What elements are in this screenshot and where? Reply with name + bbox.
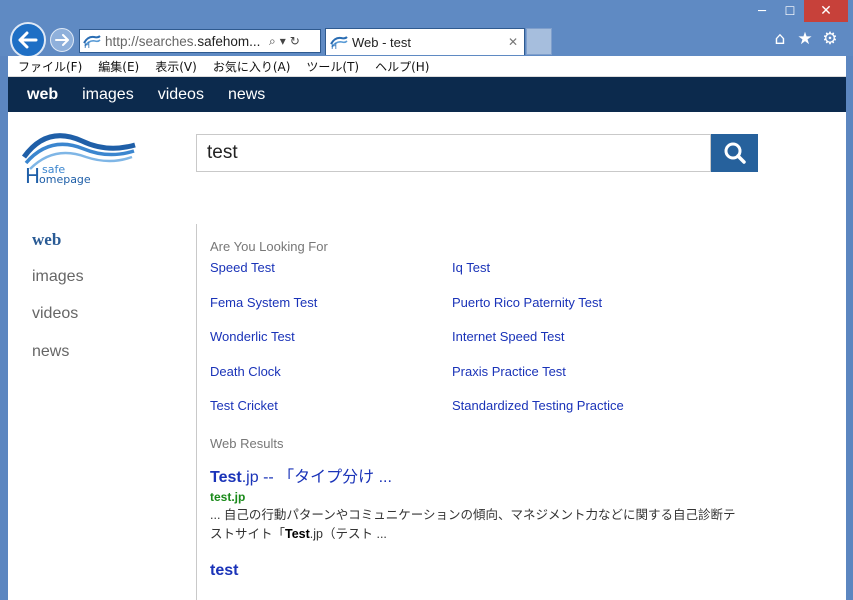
sidenav-videos[interactable]: videos: [32, 305, 84, 343]
tab-favicon-icon: H: [330, 36, 348, 50]
tab-web-test[interactable]: H Web - test ✕: [325, 28, 525, 55]
topnav-videos[interactable]: videos: [158, 86, 204, 104]
side-navigation: web images videos news: [32, 230, 84, 380]
related-link[interactable]: Test Cricket: [210, 398, 452, 433]
menu-bar: ファイル(F) 編集(E) 表示(V) お気に入り(A) ツール(T) ヘルプ(…: [8, 56, 846, 77]
top-navigation: web images videos news: [8, 77, 846, 112]
chevron-down-icon[interactable]: ▾: [280, 34, 286, 48]
forward-button[interactable]: [50, 28, 74, 52]
address-bar[interactable]: H http://searches.safehom... ⌕ ▾ ↻: [79, 29, 321, 53]
favorites-star-icon[interactable]: ★: [795, 29, 815, 49]
related-link[interactable]: Internet Speed Test: [452, 329, 694, 364]
related-link[interactable]: Speed Test: [210, 260, 452, 295]
snippet-bold: Test: [285, 526, 310, 541]
menu-edit[interactable]: 編集(E): [98, 58, 139, 75]
url-prefix: http://searches.: [105, 33, 198, 49]
result-title[interactable]: test: [210, 562, 810, 580]
result-url[interactable]: test.jp: [210, 490, 810, 504]
content-divider: [196, 224, 197, 600]
menu-favorites[interactable]: お気に入り(A): [213, 58, 291, 75]
svg-text:H: H: [84, 41, 90, 49]
related-link[interactable]: Praxis Practice Test: [452, 364, 694, 399]
address-url[interactable]: http://searches.safehom...: [105, 34, 265, 49]
related-link[interactable]: Iq Test: [452, 260, 694, 295]
menu-file[interactable]: ファイル(F): [18, 58, 82, 75]
topnav-news[interactable]: news: [228, 86, 265, 104]
result-title-bold: test: [210, 561, 239, 579]
safe-homepage-logo[interactable]: H safe omepage: [22, 127, 137, 189]
results-area: Are You Looking For Speed Test Iq Test F…: [210, 239, 810, 580]
result-item: Test.jp -- 「タイプ分け ... test.jp ... 自己の行動パ…: [210, 463, 810, 544]
sidenav-images[interactable]: images: [32, 268, 84, 306]
sidenav-web[interactable]: web: [32, 230, 84, 268]
search-icon[interactable]: ⌕: [269, 34, 276, 49]
site-favicon-icon: H: [83, 35, 101, 49]
minimize-button[interactable]: ─: [748, 0, 776, 22]
home-icon[interactable]: ⌂: [770, 29, 790, 49]
logo-letter-h: H: [25, 164, 40, 188]
result-title-rest: .jp -- 「タイプ分け ...: [241, 468, 392, 486]
result-title-bold: Test: [210, 468, 242, 486]
svg-text:H: H: [331, 42, 337, 50]
related-link[interactable]: Puerto Rico Paternity Test: [452, 295, 694, 330]
gear-icon[interactable]: ⚙: [820, 29, 840, 49]
snippet-part: .jp（テスト ...: [309, 526, 387, 541]
new-tab-button[interactable]: [526, 28, 552, 55]
url-host: safehom...: [197, 33, 261, 49]
minimize-icon: ─: [758, 3, 766, 19]
web-results-heading: Web Results: [210, 435, 284, 451]
result-snippet: ... 自己の行動パターンやコミュニケーションの傾向、マネジメント力などに関する…: [210, 506, 740, 544]
maximize-button[interactable]: ☐: [776, 0, 804, 22]
close-icon: ✕: [820, 3, 832, 19]
search-box: [196, 134, 759, 172]
page-content: web images videos news H safe omepage we…: [8, 77, 846, 600]
related-link[interactable]: Wonderlic Test: [210, 329, 452, 364]
related-links: Speed Test Iq Test Fema System Test Puer…: [210, 260, 810, 433]
related-link[interactable]: Standardized Testing Practice: [452, 398, 694, 433]
maximize-icon: ☐: [784, 4, 796, 18]
close-window-button[interactable]: ✕: [804, 0, 848, 22]
search-button[interactable]: [711, 134, 758, 172]
related-link[interactable]: Death Clock: [210, 364, 452, 399]
search-icon: [724, 142, 746, 164]
tab-title: Web - test: [352, 34, 412, 50]
close-tab-icon[interactable]: ✕: [508, 35, 518, 49]
topnav-web[interactable]: web: [27, 86, 58, 104]
result-title[interactable]: Test.jp -- 「タイプ分け ...: [210, 463, 810, 487]
menu-help[interactable]: ヘルプ(H): [375, 58, 429, 75]
menu-view[interactable]: 表示(V): [155, 58, 197, 75]
logo-text-omepage: omepage: [39, 173, 91, 186]
related-heading: Are You Looking For: [210, 239, 328, 254]
search-input[interactable]: [196, 134, 711, 172]
topnav-images[interactable]: images: [82, 86, 134, 104]
result-item: test: [210, 562, 810, 580]
arrow-left-icon: [18, 31, 38, 49]
menu-tools[interactable]: ツール(T): [306, 58, 359, 75]
arrow-right-icon: [55, 34, 69, 46]
back-button[interactable]: [10, 22, 46, 58]
related-link[interactable]: Fema System Test: [210, 295, 452, 330]
sidenav-news[interactable]: news: [32, 343, 84, 381]
refresh-icon[interactable]: ↻: [290, 34, 300, 48]
